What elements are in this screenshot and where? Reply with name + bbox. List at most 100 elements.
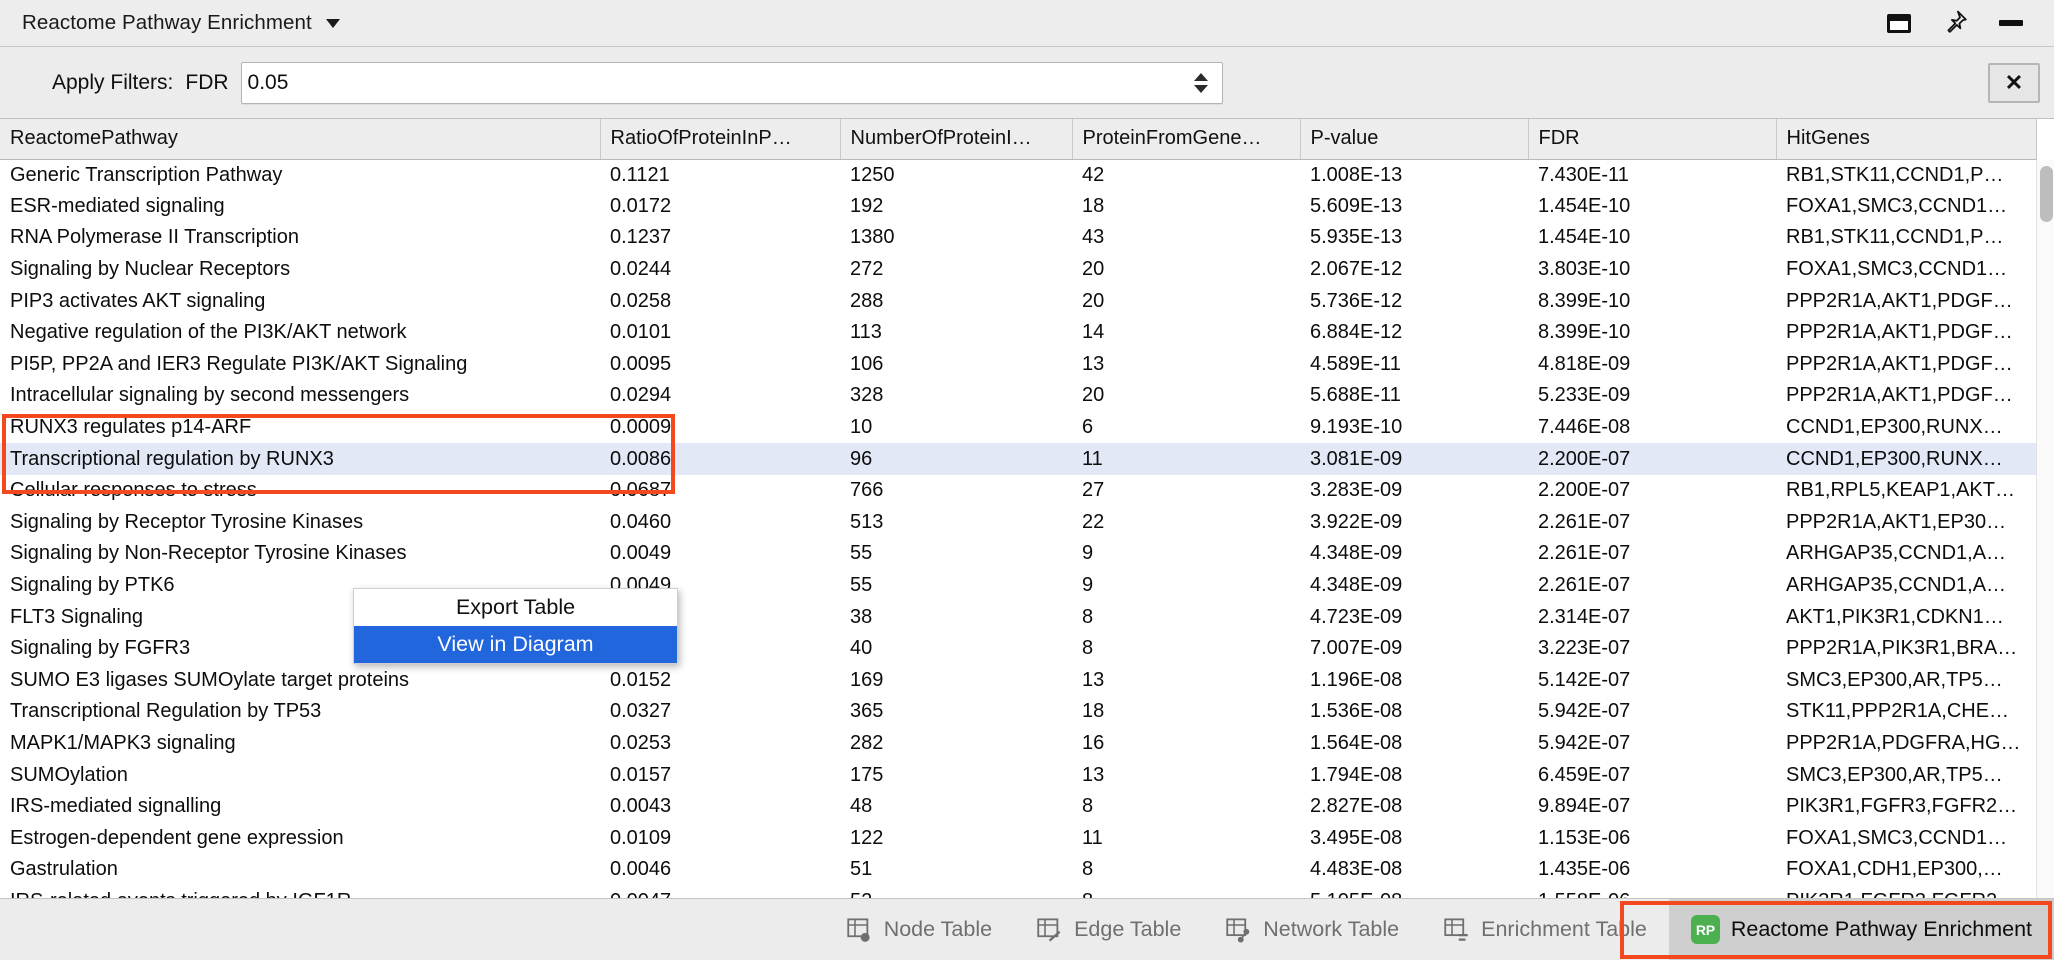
column-header-fdr[interactable]: FDR xyxy=(1528,119,1776,159)
tab-network-table[interactable]: Network Table xyxy=(1203,899,1421,960)
table-row[interactable]: Cellular responses to stress0.0687766273… xyxy=(0,475,2036,507)
cell-protein: 13 xyxy=(1072,349,1300,381)
tab-enrichment-table[interactable]: Enrichment Table xyxy=(1421,899,1669,960)
column-header-proteinfromgeneset[interactable]: ProteinFromGene… xyxy=(1072,119,1300,159)
cell-pvalue: 1.794E-08 xyxy=(1300,759,1528,791)
table-row[interactable]: Intracellular signaling by second messen… xyxy=(0,380,2036,412)
table-vertical-scrollbar[interactable] xyxy=(2036,160,2054,898)
cell-pathway: Signaling by Receptor Tyrosine Kinases xyxy=(0,507,600,539)
cell-number: 1250 xyxy=(840,159,1072,191)
cell-number: 40 xyxy=(840,633,1072,665)
spinner-arrows-icon[interactable] xyxy=(1194,73,1208,93)
column-header-hitgenes[interactable]: HitGenes xyxy=(1776,119,2036,159)
cell-pvalue: 2.827E-08 xyxy=(1300,791,1528,823)
cell-ratio: 0.0047 xyxy=(600,886,840,898)
cell-hitgenes: PPP2R1A,AKT1,PDGF… xyxy=(1776,380,2036,412)
cell-fdr: 3.223E-07 xyxy=(1528,633,1776,665)
cell-pvalue: 5.736E-12 xyxy=(1300,285,1528,317)
table-row[interactable]: Estrogen-dependent gene expression0.0109… xyxy=(0,822,2036,854)
column-header-pvalue[interactable]: P-value xyxy=(1300,119,1528,159)
table-row[interactable]: RUNX3 regulates p14-ARF0.00091069.193E-1… xyxy=(0,412,2036,444)
table-scrollbar-thumb[interactable] xyxy=(2040,166,2053,222)
table-row[interactable]: RNA Polymerase II Transcription0.1237138… xyxy=(0,222,2036,254)
table-row[interactable]: MAPK1/MAPK3 signaling0.0253282161.564E-0… xyxy=(0,728,2036,760)
table-row[interactable]: Signaling by Receptor Tyrosine Kinases0.… xyxy=(0,507,2036,539)
table-row[interactable]: SUMOylation0.0157175131.794E-086.459E-07… xyxy=(0,759,2036,791)
cell-number: 365 xyxy=(840,696,1072,728)
panel-title-dropdown[interactable]: Reactome Pathway Enrichment xyxy=(22,11,340,35)
minimize-button[interactable] xyxy=(1996,8,2026,38)
filter-bar: Apply Filters: FDR 0.05 ✕ xyxy=(0,47,2054,118)
table-row[interactable]: Transcriptional Regulation by TP530.0327… xyxy=(0,696,2036,728)
cell-protein: 8 xyxy=(1072,854,1300,886)
table-row[interactable]: Gastrulation0.00465184.483E-081.435E-06F… xyxy=(0,854,2036,886)
cell-pathway: RUNX3 regulates p14-ARF xyxy=(0,412,600,444)
pin-button[interactable] xyxy=(1940,8,1970,38)
table-row[interactable]: IRS-related events triggered by IGF1R0.0… xyxy=(0,886,2036,898)
cell-fdr: 8.399E-10 xyxy=(1528,317,1776,349)
tab-edge-table[interactable]: Edge Table xyxy=(1014,899,1203,960)
cell-number: 48 xyxy=(840,791,1072,823)
reactome-results-table: ReactomePathway RatioOfProteinInP… Numbe… xyxy=(0,119,2037,898)
table-row[interactable]: PIP3 activates AKT signaling0.0258288205… xyxy=(0,285,2036,317)
cell-pvalue: 5.688E-11 xyxy=(1300,380,1528,412)
column-header-ratioofproteininpathway[interactable]: RatioOfProteinInP… xyxy=(600,119,840,159)
fdr-threshold-combo[interactable]: 0.05 xyxy=(241,62,1223,104)
cell-pathway: Intracellular signaling by second messen… xyxy=(0,380,600,412)
table-row[interactable]: Generic Transcription Pathway0.112112504… xyxy=(0,159,2036,191)
table-row[interactable]: Signaling by PTK60.00495594.348E-092.261… xyxy=(0,570,2036,602)
cell-pathway: SUMOylation xyxy=(0,759,600,791)
cell-pvalue: 5.609E-13 xyxy=(1300,191,1528,223)
cell-number: 38 xyxy=(840,601,1072,633)
tab-node-table[interactable]: Node Table xyxy=(824,899,1014,960)
table-row[interactable]: FLT3 Signaling0.00343884.723E-092.314E-0… xyxy=(0,601,2036,633)
cell-hitgenes: PPP2R1A,PDGFRA,HG… xyxy=(1776,728,2036,760)
tab-reactome-pathway-enrichment[interactable]: RP Reactome Pathway Enrichment xyxy=(1669,899,2054,960)
table-row[interactable]: IRS-mediated signalling0.00434882.827E-0… xyxy=(0,791,2036,823)
cell-ratio: 0.0327 xyxy=(600,696,840,728)
cell-pvalue: 1.008E-13 xyxy=(1300,159,1528,191)
table-header-row: ReactomePathway RatioOfProteinInP… Numbe… xyxy=(0,119,2036,159)
cell-protein: 8 xyxy=(1072,791,1300,823)
table-row[interactable]: Transcriptional regulation by RUNX30.008… xyxy=(0,443,2036,475)
cell-pathway: RNA Polymerase II Transcription xyxy=(0,222,600,254)
context-menu-item-export-table[interactable]: Export Table xyxy=(354,589,677,626)
cell-pathway: IRS-related events triggered by IGF1R xyxy=(0,886,600,898)
table-row[interactable]: ESR-mediated signaling0.0172192185.609E-… xyxy=(0,191,2036,223)
cell-ratio: 0.0244 xyxy=(600,254,840,286)
cell-pvalue: 3.081E-09 xyxy=(1300,443,1528,475)
cell-fdr: 1.454E-10 xyxy=(1528,191,1776,223)
context-menu-item-view-in-diagram[interactable]: View in Diagram xyxy=(354,626,677,663)
results-table-container: ReactomePathway RatioOfProteinInP… Numbe… xyxy=(0,118,2054,898)
cell-fdr: 5.233E-09 xyxy=(1528,380,1776,412)
table-row[interactable]: Negative regulation of the PI3K/AKT netw… xyxy=(0,317,2036,349)
cell-protein: 11 xyxy=(1072,822,1300,854)
cell-fdr: 3.803E-10 xyxy=(1528,254,1776,286)
table-row[interactable]: Signaling by Nuclear Receptors0.02442722… xyxy=(0,254,2036,286)
table-row[interactable]: PI5P, PP2A and IER3 Regulate PI3K/AKT Si… xyxy=(0,349,2036,381)
column-header-reactomepathway[interactable]: ReactomePathway xyxy=(0,119,600,159)
cell-hitgenes: FOXA1,SMC3,CCND1… xyxy=(1776,191,2036,223)
table-row[interactable]: SUMO E3 ligases SUMOylate target protein… xyxy=(0,665,2036,697)
column-header-numberofproteininpathway[interactable]: NumberOfProteinI… xyxy=(840,119,1072,159)
cell-pathway: PIP3 activates AKT signaling xyxy=(0,285,600,317)
table-row[interactable]: Signaling by Non-Receptor Tyrosine Kinas… xyxy=(0,538,2036,570)
cell-protein: 43 xyxy=(1072,222,1300,254)
cell-ratio: 0.0157 xyxy=(600,759,840,791)
cell-protein: 9 xyxy=(1072,538,1300,570)
cell-number: 106 xyxy=(840,349,1072,381)
table-row[interactable]: Signaling by FGFR30.00364087.007E-093.22… xyxy=(0,633,2036,665)
cell-hitgenes: CCND1,EP300,RUNX… xyxy=(1776,412,2036,444)
cell-protein: 6 xyxy=(1072,412,1300,444)
cell-number: 10 xyxy=(840,412,1072,444)
close-panel-button[interactable]: ✕ xyxy=(1988,63,2040,103)
chevron-down-icon[interactable] xyxy=(326,19,340,28)
float-window-button[interactable] xyxy=(1884,8,1914,38)
cell-hitgenes: PPP2R1A,AKT1,PDGF… xyxy=(1776,349,2036,381)
cell-ratio: 0.0253 xyxy=(600,728,840,760)
cell-number: 192 xyxy=(840,191,1072,223)
cell-number: 175 xyxy=(840,759,1072,791)
cell-pathway: SUMO E3 ligases SUMOylate target protein… xyxy=(0,665,600,697)
cell-number: 288 xyxy=(840,285,1072,317)
cell-hitgenes: FOXA1,SMC3,CCND1… xyxy=(1776,822,2036,854)
